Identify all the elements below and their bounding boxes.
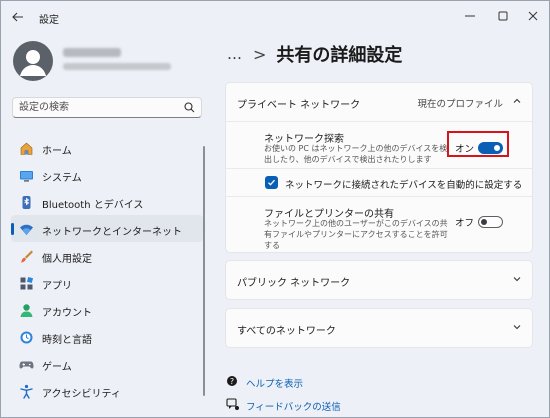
- sidebar-item-label: アプリ: [42, 281, 72, 292]
- maximize-icon: [498, 11, 508, 21]
- apps-icon: [18, 275, 34, 291]
- highlight-frame: [447, 131, 509, 157]
- sidebar-item-bluetooth[interactable]: Bluetooth とデバイス: [11, 188, 203, 215]
- title-bar: 設定: [1, 1, 549, 33]
- arrow-left-icon: [12, 12, 23, 22]
- current-profile-label: 現在のプロファイル: [417, 99, 503, 110]
- system-icon: [18, 167, 34, 183]
- file-printer-sharing-description: ネットワーク上の他のユーザーがこのデバイスの共有ファイルやプリンターにアクセスす…: [264, 219, 448, 250]
- sidebar-nav: ホーム システム Bluetooth とデバイス ネットワークとインターネット …: [11, 134, 203, 404]
- minimize-icon: [465, 15, 475, 17]
- sidebar-item-label: Bluetooth とデバイス: [42, 200, 144, 211]
- gamepad-icon: [18, 356, 34, 372]
- wifi-icon: [18, 221, 34, 237]
- sidebar-item-gaming[interactable]: ゲーム: [11, 350, 203, 377]
- auto-setup-label: ネットワークに接続されたデバイスを自動的に設定する: [285, 180, 523, 191]
- minimize-button[interactable]: [455, 5, 485, 27]
- user-icon: [20, 50, 46, 76]
- network-discovery-row: ネットワーク探索 お使いの PC はネットワーク上の他のデバイスを検出したり、他…: [226, 122, 532, 168]
- all-networks-card[interactable]: すべてのネットワーク: [225, 308, 533, 348]
- chevron-up-icon[interactable]: [512, 96, 522, 106]
- search-icon[interactable]: [183, 101, 196, 114]
- all-networks-header[interactable]: すべてのネットワーク: [226, 309, 532, 347]
- all-networks-title: すべてのネットワーク: [237, 326, 336, 337]
- help-link[interactable]: ヘルプを表示: [246, 376, 303, 390]
- breadcrumb: … > 共有の詳細設定: [227, 39, 402, 69]
- sidebar-item-label: ネットワークとインターネット: [42, 227, 182, 238]
- file-printer-sharing-row: ファイルとプリンターの共有 ネットワーク上の他のユーザーがこのデバイスの共有ファ…: [226, 197, 532, 250]
- feedback-link[interactable]: フィードバックの送信: [246, 399, 341, 413]
- sidebar-scrollbar[interactable]: [203, 146, 205, 396]
- page-title: 共有の詳細設定: [276, 45, 403, 66]
- sidebar-item-label: アカウント: [42, 308, 92, 319]
- svg-text:?: ?: [230, 377, 234, 386]
- sidebar-item-personalization[interactable]: 個人用設定: [11, 242, 203, 269]
- private-network-header[interactable]: プライベート ネットワーク 現在のプロファイル: [226, 83, 532, 121]
- help-icon: ?: [227, 376, 237, 386]
- avatar[interactable]: [13, 41, 53, 81]
- sidebar-item-label: ゲーム: [42, 362, 72, 373]
- sidebar-item-label: システム: [42, 173, 82, 184]
- chevron-down-icon[interactable]: [512, 322, 522, 332]
- auto-setup-row: ネットワークに接続されたデバイスを自動的に設定する: [226, 169, 532, 196]
- search-box: [12, 97, 202, 118]
- user-email: [63, 63, 171, 70]
- sidebar-item-accessibility[interactable]: アクセシビリティ: [11, 377, 203, 404]
- clock-globe-icon: [18, 329, 34, 345]
- file-printer-sharing-state-label: オフ: [455, 218, 475, 229]
- sidebar-item-label: ホーム: [42, 146, 72, 157]
- feedback-icon: [226, 398, 239, 410]
- sidebar-item-network[interactable]: ネットワークとインターネット: [11, 215, 203, 242]
- sidebar-item-time-language[interactable]: 時刻と言語: [11, 323, 203, 350]
- search-input[interactable]: [19, 100, 179, 115]
- breadcrumb-more-button[interactable]: …: [227, 45, 243, 63]
- private-network-title: プライベート ネットワーク: [237, 100, 361, 111]
- maximize-button[interactable]: [488, 5, 518, 27]
- sidebar-item-apps[interactable]: アプリ: [11, 269, 203, 296]
- toggle-knob: [481, 219, 487, 225]
- public-network-card[interactable]: パブリック ネットワーク: [225, 260, 533, 300]
- sidebar-item-label: アクセシビリティ: [42, 389, 121, 400]
- file-printer-sharing-toggle[interactable]: [478, 216, 503, 228]
- back-button[interactable]: [7, 7, 29, 27]
- auto-setup-checkbox[interactable]: [265, 176, 278, 189]
- close-icon: [528, 11, 538, 21]
- window-title: 設定: [39, 15, 59, 26]
- account-icon: [18, 302, 34, 318]
- public-network-header[interactable]: パブリック ネットワーク: [226, 261, 532, 299]
- sidebar-item-home[interactable]: ホーム: [11, 134, 203, 161]
- sidebar-item-label: 個人用設定: [42, 254, 92, 265]
- accessibility-icon: [18, 383, 34, 399]
- brush-icon: [18, 248, 34, 264]
- chevron-down-icon[interactable]: [512, 274, 522, 284]
- home-icon: [18, 140, 34, 156]
- sidebar-item-accounts[interactable]: アカウント: [11, 296, 203, 323]
- network-discovery-description: お使いの PC はネットワーク上の他のデバイスを検出したり、他のデバイスで検出さ…: [264, 144, 448, 164]
- checkmark-icon: [268, 179, 275, 186]
- sidebar-item-system[interactable]: システム: [11, 161, 203, 188]
- sidebar-item-label: 時刻と言語: [42, 335, 92, 346]
- close-button[interactable]: [518, 5, 548, 27]
- breadcrumb-separator: >: [253, 44, 267, 64]
- public-network-title: パブリック ネットワーク: [237, 278, 351, 289]
- private-network-card: プライベート ネットワーク 現在のプロファイル ネットワーク探索 お使いの PC…: [225, 82, 533, 253]
- settings-window: 設定 ホーム: [0, 0, 550, 418]
- bluetooth-icon: [18, 194, 34, 210]
- user-name: [63, 48, 121, 57]
